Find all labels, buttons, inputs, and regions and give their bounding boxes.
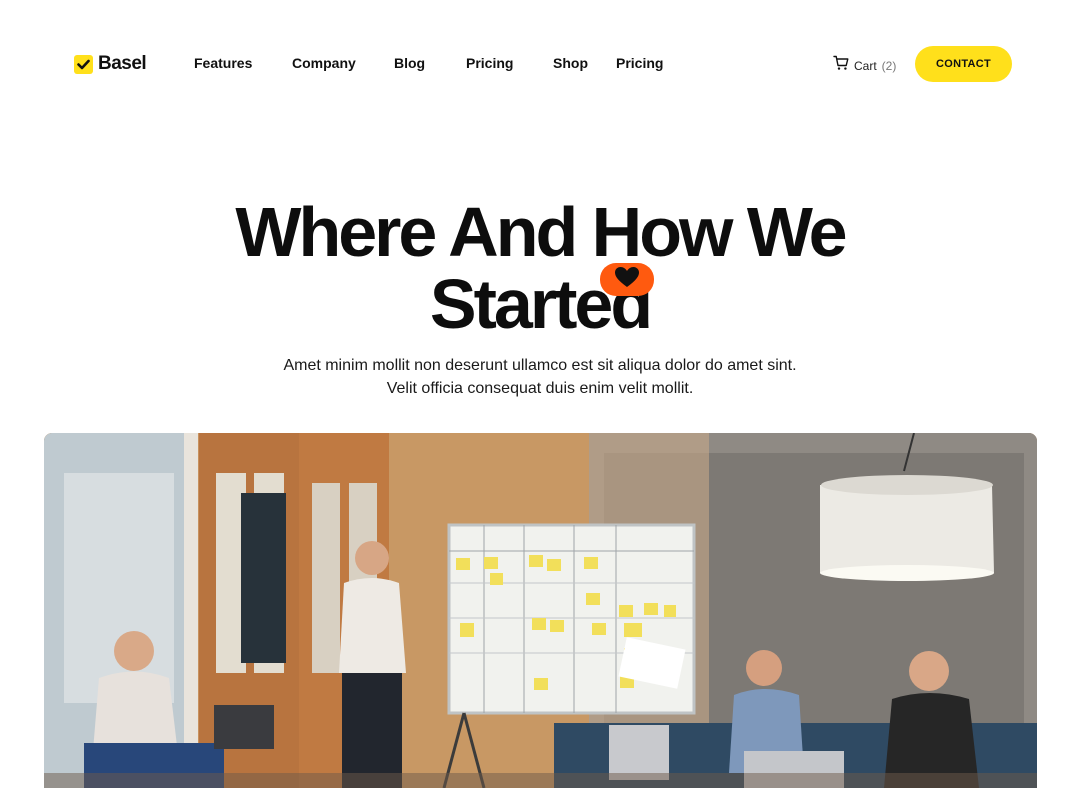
nav-item-pricing[interactable]: Pricing bbox=[466, 55, 513, 71]
nav-item-blog[interactable]: Blog bbox=[394, 55, 425, 71]
team-photo bbox=[44, 433, 1037, 788]
nav-item-pricing-2[interactable]: Pricing bbox=[616, 55, 663, 71]
site-header: Basel Features Company Blog Pricing Shop… bbox=[0, 0, 1080, 128]
hero-title: Where And How We Started bbox=[160, 196, 920, 340]
heart-icon bbox=[614, 266, 640, 293]
hero-title-line1: Where And How We bbox=[235, 193, 847, 271]
heart-badge bbox=[600, 263, 654, 296]
nav-item-company[interactable]: Company bbox=[292, 55, 356, 71]
cart-label: Cart bbox=[854, 58, 877, 73]
nav-item-features[interactable]: Features bbox=[194, 55, 252, 71]
cart-icon bbox=[833, 55, 849, 76]
nav-item-shop[interactable]: Shop bbox=[553, 55, 588, 71]
contact-button[interactable]: CONTACT bbox=[915, 46, 1012, 82]
hero-subtitle: Amet minim mollit non deserunt ullamco e… bbox=[240, 354, 840, 400]
cart-count: (2) bbox=[881, 58, 897, 73]
hero-subtitle-line2: Velit officia consequat duis enim velit … bbox=[386, 380, 694, 397]
cart-link[interactable]: Cart (2) bbox=[833, 55, 896, 76]
hero-subtitle-line1: Amet minim mollit non deserunt ullamco e… bbox=[283, 357, 797, 374]
